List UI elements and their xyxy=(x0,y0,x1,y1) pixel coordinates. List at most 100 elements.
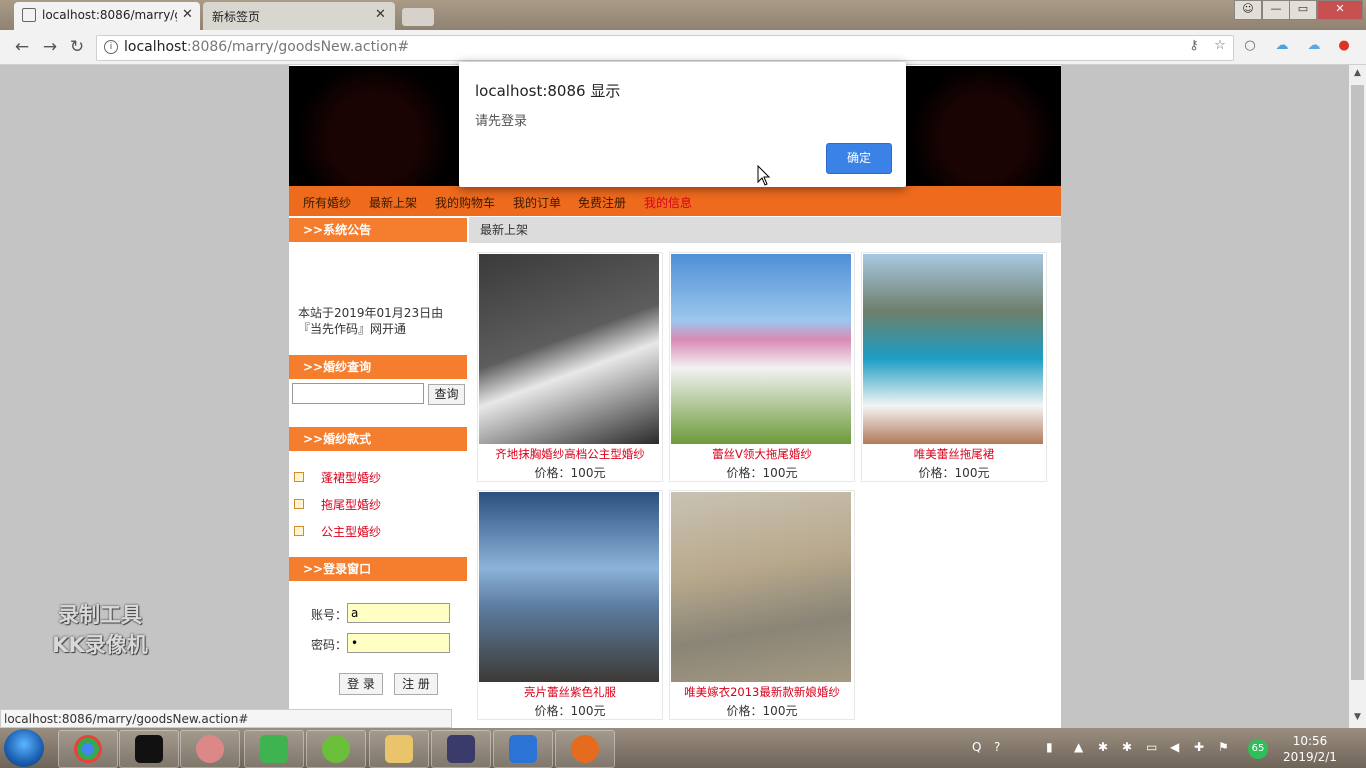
tray-plus-icon[interactable]: ✚ xyxy=(1194,740,1204,754)
login-button[interactable]: 登 录 xyxy=(339,673,383,695)
page-icon xyxy=(22,8,36,22)
nav-my-info[interactable]: 我的信息 xyxy=(644,194,692,211)
taskbar-recorder[interactable] xyxy=(555,730,615,768)
tray-expand-icon[interactable]: ▲ xyxy=(1074,740,1083,754)
tray-help-icon[interactable]: ? xyxy=(994,740,1000,754)
search-button[interactable]: 查询 xyxy=(428,384,465,405)
goods-photo[interactable] xyxy=(671,492,851,682)
dialog-title: localhost:8086 显示 xyxy=(475,82,621,100)
banner-curtain-left xyxy=(289,66,459,186)
scroll-up-arrow[interactable]: ▲ xyxy=(1349,68,1366,82)
goods-card[interactable]: 齐地抹胸婚纱高档公主型婚纱 价格：100元 xyxy=(477,252,663,482)
styles-header: >>婚纱款式 xyxy=(289,427,467,451)
account-input[interactable]: a xyxy=(347,603,450,623)
dialog-ok-button[interactable]: 确定 xyxy=(826,143,892,174)
search-input[interactable] xyxy=(292,383,424,404)
password-input[interactable]: • xyxy=(347,633,450,653)
clock-time: 10:56 xyxy=(1292,734,1328,748)
bullet-icon xyxy=(294,499,304,509)
folder-icon xyxy=(385,735,413,763)
minimize-button[interactable]: — xyxy=(1262,0,1290,20)
goods-card[interactable]: 蕾丝V领大拖尾婚纱 价格：100元 xyxy=(669,252,855,482)
banner-curtain-right xyxy=(906,66,1061,186)
nav-orders[interactable]: 我的订单 xyxy=(513,194,561,211)
tray-star-icon[interactable]: ✱ xyxy=(1098,740,1108,754)
tray-network-icon[interactable]: ▭ xyxy=(1146,740,1157,754)
scroll-down-arrow[interactable]: ▼ xyxy=(1349,712,1366,726)
app-icon xyxy=(322,735,350,763)
notice-text: 本站于2019年01月23日由『当先作码』网开通 xyxy=(298,306,444,335)
notice-header: >>系统公告 xyxy=(289,218,467,242)
tray-badge[interactable]: 65 xyxy=(1248,739,1268,759)
taskbar-chrome[interactable] xyxy=(58,730,118,768)
taskbar-intellij[interactable] xyxy=(119,730,179,768)
goods-photo[interactable] xyxy=(671,254,851,444)
goods-card[interactable]: 唯美嫁衣2013最新款新娘婚纱 价格：100元 xyxy=(669,490,855,720)
extension-circle-icon[interactable]: ○ xyxy=(1242,38,1258,54)
chrome-icon xyxy=(74,735,102,763)
clock-date: 2019/2/1 xyxy=(1283,750,1337,764)
goods-name[interactable]: 亮片蕾丝紫色礼服 xyxy=(478,684,662,700)
close-window-button[interactable]: ✕ xyxy=(1317,0,1363,20)
nav-all-dresses[interactable]: 所有婚纱 xyxy=(303,194,351,211)
taskbar-explorer[interactable] xyxy=(369,730,429,768)
user-icon[interactable]: ☺ xyxy=(1234,0,1262,20)
extension-cloud2-icon[interactable]: ☁ xyxy=(1306,38,1322,54)
tab-close-icon[interactable]: ✕ xyxy=(182,7,193,22)
status-bar-url: localhost:8086/marry/goodsNew.action# xyxy=(0,709,452,728)
goods-photo[interactable] xyxy=(863,254,1043,444)
goods-name[interactable]: 齐地抹胸婚纱高档公主型婚纱 xyxy=(478,446,662,462)
tab-newtab-title: 新标签页 xyxy=(212,10,261,24)
wps-icon xyxy=(509,735,537,763)
recorder-icon xyxy=(571,735,599,763)
style-link-puffy[interactable]: 蓬裙型婚纱 xyxy=(321,469,381,486)
bullet-icon xyxy=(294,472,304,482)
info-icon[interactable]: i xyxy=(104,40,118,54)
nav-register[interactable]: 免费注册 xyxy=(578,194,626,211)
login-header: >>登录窗口 xyxy=(289,557,467,581)
goods-card[interactable]: 亮片蕾丝紫色礼服 价格：100元 xyxy=(477,490,663,720)
back-arrow-icon[interactable]: ← xyxy=(12,37,32,57)
nav-cart[interactable]: 我的购物车 xyxy=(435,194,495,211)
goods-name[interactable]: 唯美蕾丝拖尾裙 xyxy=(862,446,1046,462)
taskbar-eclipse[interactable] xyxy=(431,730,491,768)
key-icon[interactable]: ⚷ xyxy=(1186,38,1202,54)
nav-new-arrivals[interactable]: 最新上架 xyxy=(369,194,417,211)
start-button[interactable] xyxy=(4,729,44,767)
forward-arrow-icon[interactable]: → xyxy=(40,37,60,57)
register-button[interactable]: 注 册 xyxy=(394,673,438,695)
style-link-princess[interactable]: 公主型婚纱 xyxy=(321,523,381,540)
tray-q-icon[interactable]: Q xyxy=(972,740,981,754)
maximize-button[interactable]: ▭ xyxy=(1289,0,1317,20)
recorder-watermark: 录制工具 KK录像机 xyxy=(52,603,148,657)
goods-name[interactable]: 唯美嫁衣2013最新款新娘婚纱 xyxy=(670,684,854,700)
goods-name[interactable]: 蕾丝V领大拖尾婚纱 xyxy=(670,446,854,462)
tray-flag-icon[interactable]: ⚑ xyxy=(1218,740,1229,754)
taskbar-app5[interactable] xyxy=(306,730,366,768)
url-text: localhost:8086/marry/goodsNew.action# xyxy=(124,39,410,55)
tab-close-icon[interactable]: ✕ xyxy=(375,7,386,22)
bookmark-star-icon[interactable]: ☆ xyxy=(1212,38,1228,54)
new-tab-button[interactable] xyxy=(402,8,434,26)
mouse-cursor-icon xyxy=(757,165,771,186)
goods-card[interactable]: 唯美蕾丝拖尾裙 价格：100元 xyxy=(861,252,1047,482)
taskbar-wps[interactable] xyxy=(493,730,553,768)
scroll-thumb[interactable] xyxy=(1351,85,1364,680)
goods-photo[interactable] xyxy=(479,492,659,682)
wechat-icon xyxy=(260,735,288,763)
goods-price: 价格：100元 xyxy=(918,466,990,480)
taskbar-wechat[interactable] xyxy=(244,730,304,768)
taskbar-app3[interactable] xyxy=(180,730,240,768)
extension-cloud-icon[interactable]: ☁ xyxy=(1274,38,1290,54)
goods-price: 价格：100元 xyxy=(726,704,798,718)
system-clock[interactable]: 10:56 2019/2/1 xyxy=(1280,733,1340,765)
extension-red-icon[interactable]: ● xyxy=(1336,38,1352,54)
app-icon xyxy=(196,735,224,763)
tray-battery-icon[interactable]: ▮ xyxy=(1046,740,1053,754)
tray-star2-icon[interactable]: ✱ xyxy=(1122,740,1132,754)
goods-photo[interactable] xyxy=(479,254,659,444)
style-link-train[interactable]: 拖尾型婚纱 xyxy=(321,496,381,513)
dialog-message: 请先登录 xyxy=(475,114,528,129)
tray-volume-icon[interactable]: ◀ xyxy=(1170,740,1179,754)
reload-icon[interactable]: ↻ xyxy=(67,37,87,57)
